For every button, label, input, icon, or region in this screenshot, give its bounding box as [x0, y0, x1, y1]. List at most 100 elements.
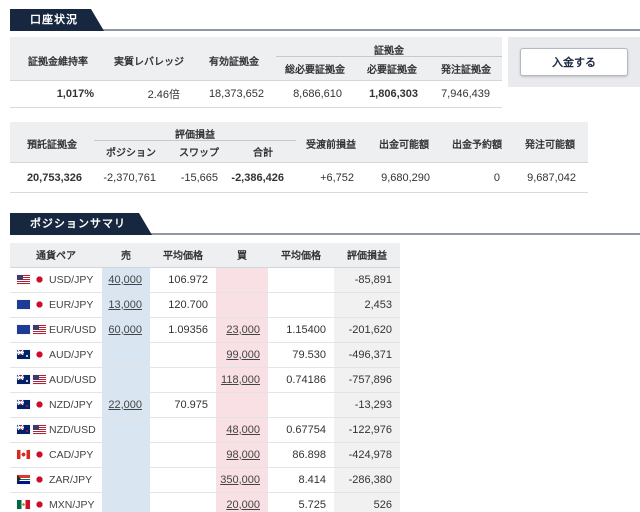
sell-qty-link[interactable]: 60,000 [108, 324, 142, 336]
buy-qty-link[interactable]: 350,000 [220, 474, 260, 486]
pnl-cell: -201,620 [334, 317, 400, 342]
header-pre-delivery-pnl: 受渡前損益 [296, 122, 366, 163]
value-total-required-margin: 8,686,610 [276, 80, 354, 107]
header-effective-margin: 有効証拠金 [192, 37, 276, 80]
buy-avg-cell: 5.725 [268, 492, 334, 512]
flag-jp-icon [33, 275, 46, 284]
sell-qty-cell [102, 442, 150, 467]
currency-pair-label: EUR/USD [49, 324, 96, 336]
currency-pair-label: NZD/JPY [49, 399, 93, 411]
sell-qty-cell [102, 342, 150, 367]
sell-avg-cell [150, 417, 216, 442]
currency-pair-cell: USD/JPY [10, 267, 102, 292]
buy-qty-cell: 118,000 [216, 367, 268, 392]
buy-qty-link[interactable]: 23,000 [226, 324, 260, 336]
sell-qty-cell: 22,000 [102, 392, 150, 417]
header-pnl-swap: スワップ [168, 141, 230, 163]
position-row-zarjpy: ZAR/JPY 350,000 8.414 -286,380 [10, 467, 400, 492]
position-row-eurusd: EUR/USD 60,000 1.09356 23,000 1.15400 -2… [10, 317, 400, 342]
value-pnl-position: -2,370,761 [94, 163, 168, 193]
flag-nz-icon [17, 425, 30, 434]
position-row-cadjpy: CAD/JPY 98,000 86.898 -424,978 [10, 442, 400, 467]
value-withdrawable: 9,680,290 [366, 163, 442, 193]
position-summary-tab: ポジションサマリ [10, 213, 152, 235]
sell-avg-cell [150, 367, 216, 392]
flag-jp-icon [33, 475, 46, 484]
buy-qty-link[interactable]: 98,000 [226, 449, 260, 461]
pnl-cell: -122,976 [334, 417, 400, 442]
currency-pair-cell: MXN/JPY [10, 492, 102, 512]
balance-summary-table: 預託証拠金 評価損益 受渡前損益 出金可能額 出金予約額 発注可能額 ポジション… [10, 122, 588, 194]
header-pnl-position: ポジション [94, 141, 168, 163]
value-margin-rate: 1,017% [10, 80, 106, 107]
currency-pair-cell: ZAR/JPY [10, 467, 102, 492]
position-row-nzdjpy: NZD/JPY 22,000 70.975 -13,293 [10, 392, 400, 417]
flag-eu-icon [17, 300, 30, 309]
account-status-tab-label: 口座状況 [30, 14, 78, 26]
currency-pair-cell: AUD/USD [10, 367, 102, 392]
margin-summary-row: 1,017% 2.46倍 18,373,652 8,686,610 1,806,… [10, 80, 502, 107]
pnl-cell: -13,293 [334, 392, 400, 417]
sell-avg-cell: 70.975 [150, 392, 216, 417]
sell-qty-cell: 60,000 [102, 317, 150, 342]
currency-pair-label: CAD/JPY [49, 449, 93, 461]
pnl-cell: -496,371 [334, 342, 400, 367]
value-pre-delivery-pnl: +6,752 [296, 163, 366, 193]
buy-qty-cell [216, 392, 268, 417]
currency-pair-label: NZD/USD [49, 424, 96, 436]
header-pnl-total: 合計 [230, 141, 296, 163]
currency-pair-cell: NZD/JPY [10, 392, 102, 417]
flag-eu-icon [17, 325, 30, 334]
buy-avg-cell: 1.15400 [268, 317, 334, 342]
currency-pair-label: EUR/JPY [49, 299, 93, 311]
pnl-cell: -757,896 [334, 367, 400, 392]
buy-qty-link[interactable]: 20,000 [226, 499, 260, 511]
flag-jp-icon [33, 500, 46, 509]
sell-avg-cell [150, 342, 216, 367]
buy-qty-link[interactable]: 118,000 [221, 374, 260, 386]
account-status-tab-row: 口座状況 [10, 8, 640, 31]
buy-avg-cell [268, 392, 334, 417]
header-order-margin: 発注証拠金 [430, 57, 502, 80]
value-order-margin: 7,946,439 [430, 80, 502, 107]
sell-avg-cell: 120.700 [150, 292, 216, 317]
currency-pair-label: ZAR/JPY [49, 474, 92, 486]
currency-pair-cell: EUR/JPY [10, 292, 102, 317]
value-pnl-swap: -15,665 [168, 163, 230, 193]
sell-qty-link[interactable]: 13,000 [108, 299, 142, 311]
header-withdraw-reserved: 出金予約額 [442, 122, 512, 163]
account-status-panel: 証拠金維持率 実質レバレッジ 有効証拠金 証拠金 総必要証拠金 必要証拠金 発注… [10, 37, 640, 108]
value-deposit-margin: 20,753,326 [10, 163, 94, 193]
buy-qty-cell: 23,000 [216, 317, 268, 342]
buy-avg-cell: 79.530 [268, 342, 334, 367]
sell-qty-cell: 40,000 [102, 267, 150, 292]
buy-qty-cell: 48,000 [216, 417, 268, 442]
flag-za-icon [17, 475, 30, 484]
sell-avg-cell [150, 467, 216, 492]
buy-qty-link[interactable]: 99,000 [226, 349, 260, 361]
position-row-audusd: AUD/USD 118,000 0.74186 -757,896 [10, 367, 400, 392]
buy-qty-cell: 20,000 [216, 492, 268, 512]
header-orderable: 発注可能額 [512, 122, 588, 163]
deposit-button[interactable]: 入金する [520, 48, 628, 76]
flag-ca-icon [17, 450, 30, 459]
buy-qty-cell: 99,000 [216, 342, 268, 367]
header-sell-avg-price: 平均価格 [150, 243, 216, 267]
flag-jp-icon [33, 300, 46, 309]
sell-qty-link[interactable]: 40,000 [108, 274, 142, 286]
buy-qty-cell: 98,000 [216, 442, 268, 467]
header-pnl-group: 評価損益 [94, 122, 296, 141]
sell-qty-cell [102, 417, 150, 442]
sell-qty-link[interactable]: 22,000 [108, 399, 142, 411]
sell-avg-cell: 106.972 [150, 267, 216, 292]
header-required-margin: 必要証拠金 [354, 57, 430, 80]
currency-pair-label: MXN/JPY [49, 499, 95, 511]
deposit-panel: 入金する [508, 37, 640, 87]
buy-avg-cell: 8.414 [268, 467, 334, 492]
sell-avg-cell [150, 492, 216, 512]
flag-au-icon [17, 350, 30, 359]
sell-qty-cell [102, 467, 150, 492]
buy-avg-cell [268, 267, 334, 292]
buy-qty-link[interactable]: 48,000 [226, 424, 260, 436]
buy-avg-cell: 86.898 [268, 442, 334, 467]
